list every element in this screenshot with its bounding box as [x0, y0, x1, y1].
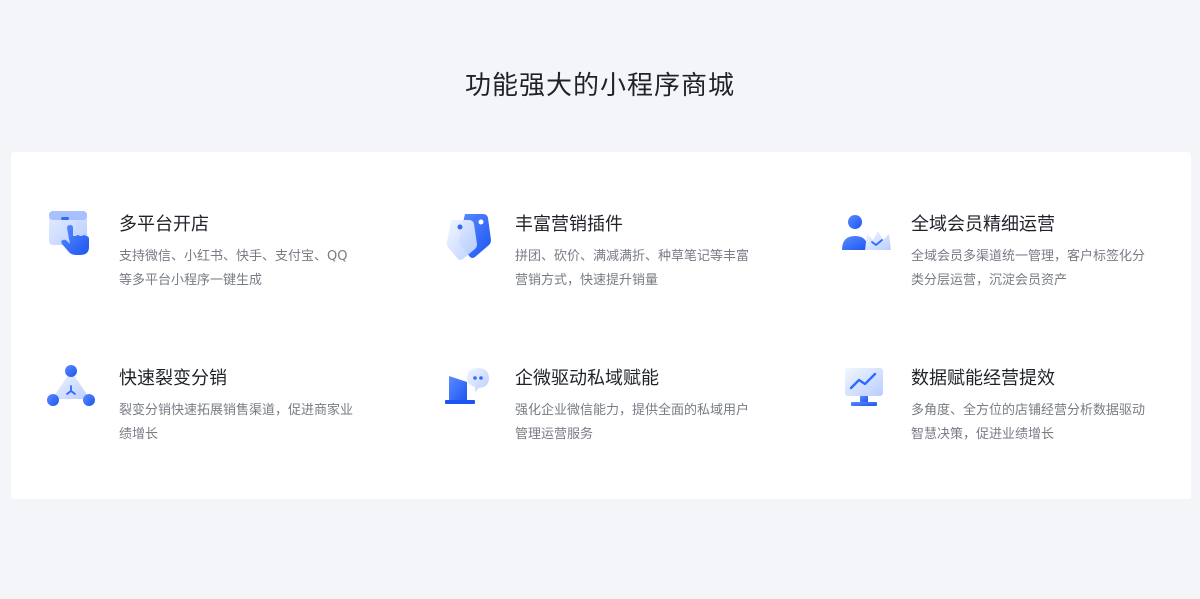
feature-desc: 强化企业微信能力，提供全面的私域用户管理运营服务	[515, 403, 750, 442]
feature-desc: 支持微信、小红书、快手、支付宝、QQ等多平台小程序一键生成	[119, 249, 348, 288]
feature-title: 企微驱动私域赋能	[515, 368, 659, 389]
member-crown-icon	[839, 208, 895, 264]
feature-desc: 全域会员多渠道统一管理，客户标签化分类分层运营，沉淀会员资产	[911, 249, 1146, 288]
feature-title: 快速裂变分销	[119, 368, 227, 389]
feature-title: 丰富营销插件	[515, 214, 623, 235]
feature-title: 数据赋能经营提效	[911, 368, 1055, 389]
feature-wecom-private-domain[interactable]: 企微驱动私域赋能 强化企业微信能力，提供全面的私域用户管理运营服务	[443, 362, 803, 462]
feature-title: 多平台开店	[119, 214, 209, 235]
data-chart-icon	[839, 362, 895, 418]
enterprise-chat-icon	[443, 362, 499, 418]
features-card: 多平台开店 支持微信、小红书、快手、支付宝、QQ等多平台小程序一键生成 丰富营销…	[11, 152, 1191, 499]
feature-multi-platform[interactable]: 多平台开店 支持微信、小红书、快手、支付宝、QQ等多平台小程序一键生成	[47, 208, 407, 308]
feature-marketing-plugins[interactable]: 丰富营销插件 拼团、砍价、满减满折、种草笔记等丰富营销方式，快速提升销量	[443, 208, 803, 308]
tap-hand-icon	[47, 208, 103, 264]
feature-fission-distribution[interactable]: 快速裂变分销 裂变分销快速拓展销售渠道，促进商家业绩增长	[47, 362, 407, 462]
section-title: 功能强大的小程序商城	[464, 71, 735, 101]
feature-desc: 多角度、全方位的店铺经营分析数据驱动智慧决策，促进业绩增长	[911, 403, 1146, 442]
share-network-icon	[47, 362, 103, 418]
feature-title: 全域会员精细运营	[911, 214, 1055, 235]
feature-desc: 拼团、砍价、满减满折、种草笔记等丰富营销方式，快速提升销量	[515, 249, 750, 288]
feature-desc: 裂变分销快速拓展销售渠道，促进商家业绩增长	[119, 403, 354, 442]
feature-member-ops[interactable]: 全域会员精细运营 全域会员多渠道统一管理，客户标签化分类分层运营，沉淀会员资产	[839, 208, 1199, 308]
feature-data-efficiency[interactable]: 数据赋能经营提效 多角度、全方位的店铺经营分析数据驱动智慧决策，促进业绩增长	[839, 362, 1199, 462]
price-tag-icon	[443, 208, 499, 264]
